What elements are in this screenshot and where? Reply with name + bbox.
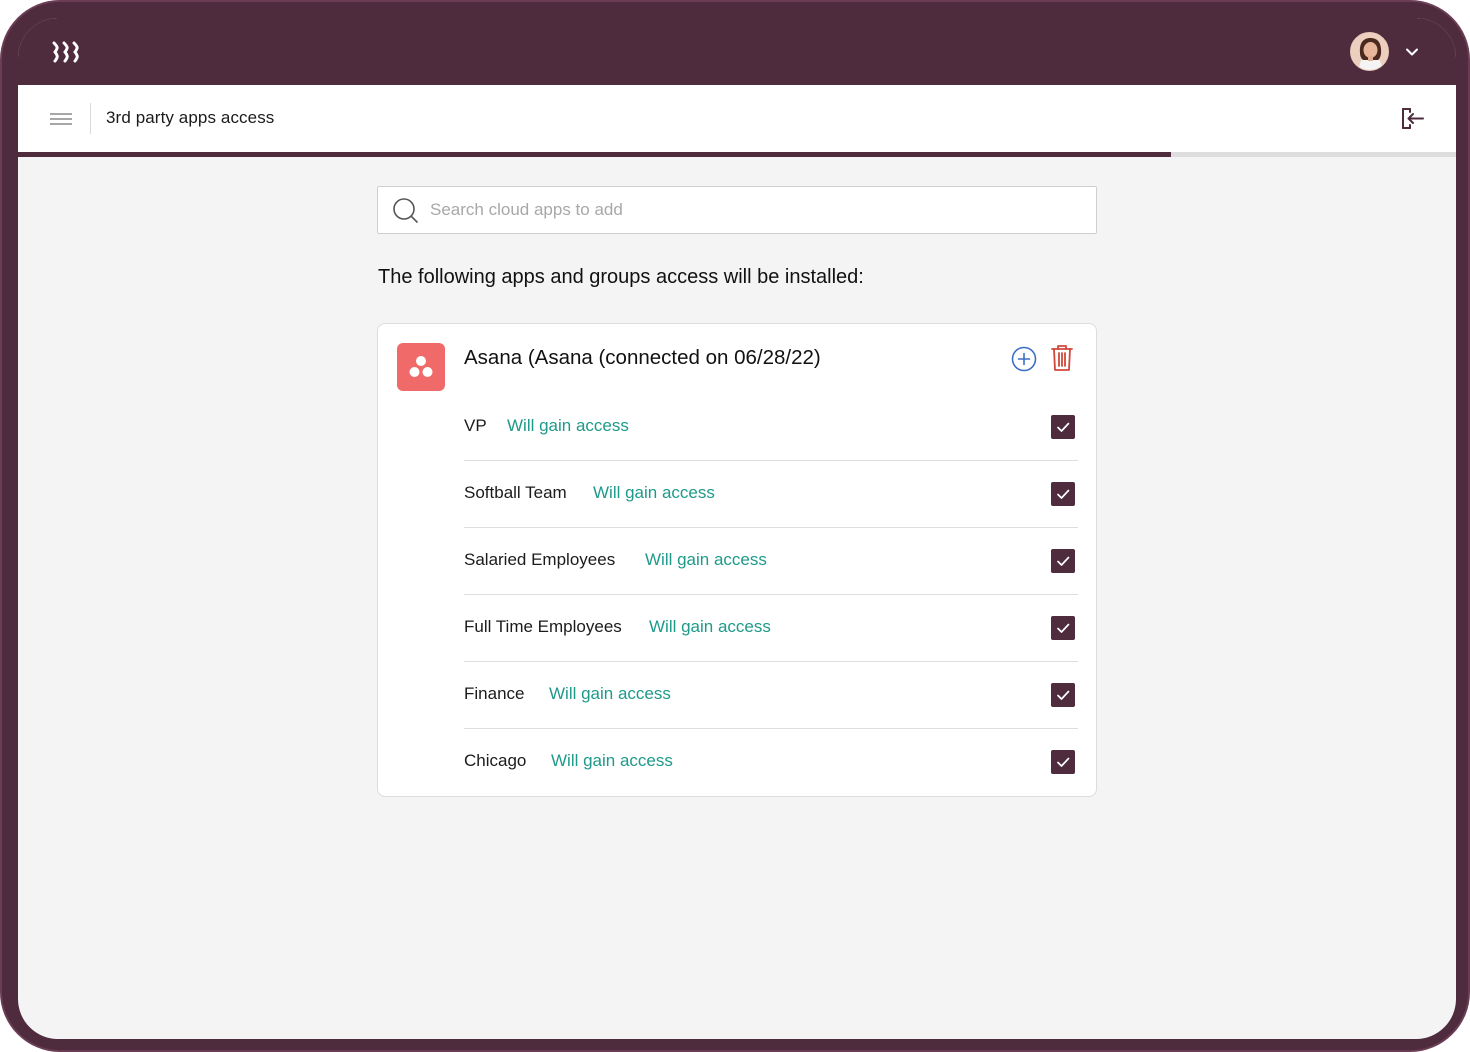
access-status: Will gain access [593, 483, 715, 502]
header-divider [90, 103, 91, 134]
group-row: Salaried Employees Will gain access [464, 528, 1078, 595]
device-frame: 3rd party apps access Search cloud apps … [0, 0, 1470, 1052]
group-checkbox[interactable] [1051, 415, 1075, 439]
group-row: VP Will gain access [464, 394, 1078, 461]
group-name: Salaried Employees [464, 550, 616, 569]
app-title: Asana (Asana (connected on 06/28/22) [464, 346, 821, 369]
trash-icon[interactable] [1050, 344, 1074, 372]
add-circle-icon[interactable] [1011, 346, 1037, 372]
group-checkbox[interactable] [1051, 750, 1075, 774]
avatar[interactable] [1350, 32, 1389, 71]
group-checkbox[interactable] [1051, 482, 1075, 506]
checkmark-icon [1057, 690, 1070, 700]
access-status: Will gain access [549, 684, 671, 703]
section-heading: The following apps and groups access wil… [378, 266, 864, 288]
progress-bar [18, 152, 1456, 157]
avatar-portrait [1351, 33, 1388, 70]
group-checkbox[interactable] [1051, 549, 1075, 573]
asana-icon [397, 343, 445, 391]
group-list: VP Will gain access Softball Team Will g… [464, 394, 1078, 796]
checkmark-icon [1057, 489, 1070, 499]
access-status: Will gain access [507, 416, 629, 435]
checkmark-icon [1057, 422, 1070, 432]
rippling-logo-icon[interactable] [51, 41, 81, 63]
group-checkbox[interactable] [1051, 616, 1075, 640]
page-header: 3rd party apps access [18, 85, 1456, 152]
group-name: Chicago [464, 751, 527, 770]
access-status: Will gain access [645, 550, 767, 569]
search-icon [393, 198, 418, 223]
group-row: Chicago Will gain access [464, 729, 1078, 796]
device-bezel: 3rd party apps access Search cloud apps … [2, 2, 1468, 1050]
group-checkbox[interactable] [1051, 683, 1075, 707]
access-status: Will gain access [649, 617, 771, 636]
group-name: VP [464, 416, 487, 435]
group-row: Finance Will gain access [464, 662, 1078, 729]
group-name: Full Time Employees [464, 617, 622, 636]
progress-fill [18, 152, 1172, 157]
group-name: Softball Team [464, 483, 567, 502]
menu-icon[interactable] [50, 111, 72, 127]
search-input[interactable] [430, 195, 1070, 225]
checkmark-icon [1057, 623, 1070, 633]
group-name: Finance [464, 684, 525, 703]
group-row: Full Time Employees Will gain access [464, 595, 1078, 662]
app-card: Asana (Asana (connected on 06/28/22) VP … [377, 323, 1097, 797]
checkmark-icon [1057, 556, 1070, 566]
page-title: 3rd party apps access [106, 108, 275, 127]
app-screen: 3rd party apps access Search cloud apps … [18, 18, 1456, 1039]
access-status: Will gain access [551, 751, 673, 770]
chevron-down-icon[interactable] [1404, 44, 1420, 60]
exit-icon[interactable] [1400, 106, 1425, 131]
top-bar [18, 18, 1456, 85]
group-row: Softball Team Will gain access [464, 461, 1078, 528]
search-box[interactable] [377, 186, 1097, 234]
checkmark-icon [1057, 757, 1070, 767]
